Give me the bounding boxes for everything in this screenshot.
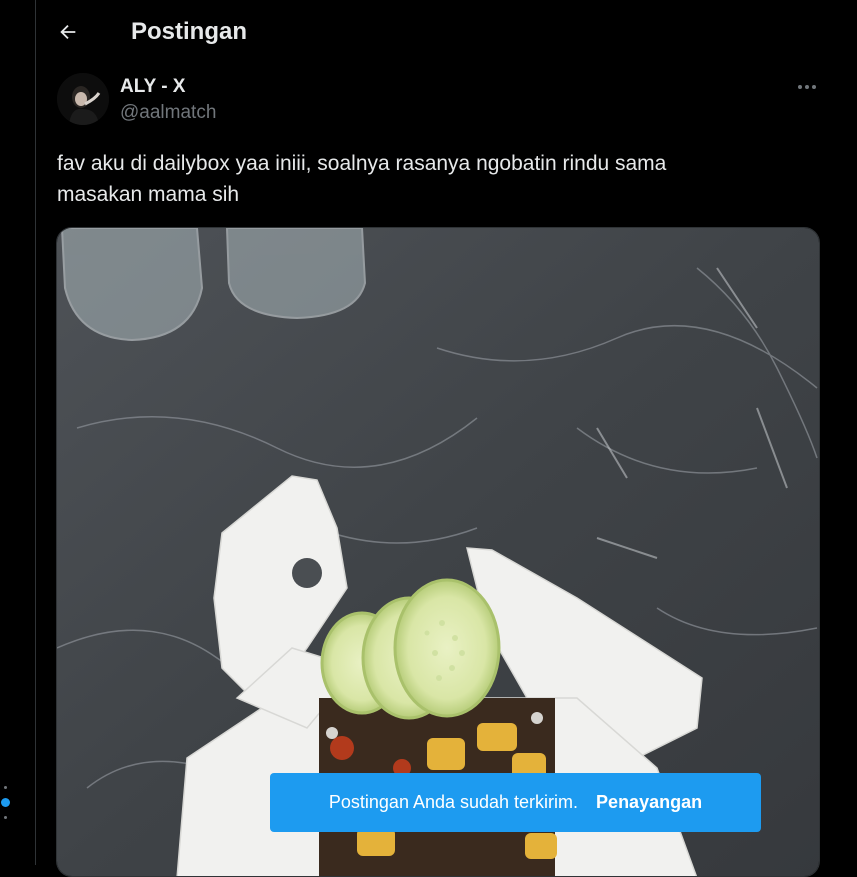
page-title: Postingan: [131, 18, 248, 45]
post-sent-toast: Postingan Anda sudah terkirim. Penayanga…: [270, 773, 761, 832]
back-button[interactable]: [50, 14, 86, 50]
page-header: Postingan: [37, 0, 857, 64]
post-detail-column: Postingan ALY - X @aalmatch fav aku di d…: [37, 0, 857, 877]
more-options-button[interactable]: [789, 74, 825, 100]
avatar-image: [57, 73, 109, 125]
post-text: fav aku di dailybox yaa iniii, soalnya r…: [57, 148, 797, 210]
more-horizontal-icon: [805, 85, 809, 89]
post-text-line: fav aku di dailybox yaa iniii, soalnya r…: [57, 152, 667, 175]
notification-dot: [1, 798, 10, 807]
more-horizontal-icon: [812, 85, 816, 89]
rail-dot: [4, 816, 7, 819]
arrow-left-icon: [60, 24, 76, 40]
toast-view-link[interactable]: Penayangan: [596, 792, 702, 813]
author-handle[interactable]: @aalmatch: [120, 102, 216, 124]
rail-dot: [4, 786, 7, 789]
more-horizontal-icon: [798, 85, 802, 89]
avatar[interactable]: [57, 73, 109, 125]
toast-message: Postingan Anda sudah terkirim.: [328, 792, 579, 812]
left-nav-rail: [0, 0, 36, 865]
post-text-line: masakan mama sih: [57, 183, 240, 206]
author-display-name[interactable]: ALY - X: [120, 76, 185, 98]
